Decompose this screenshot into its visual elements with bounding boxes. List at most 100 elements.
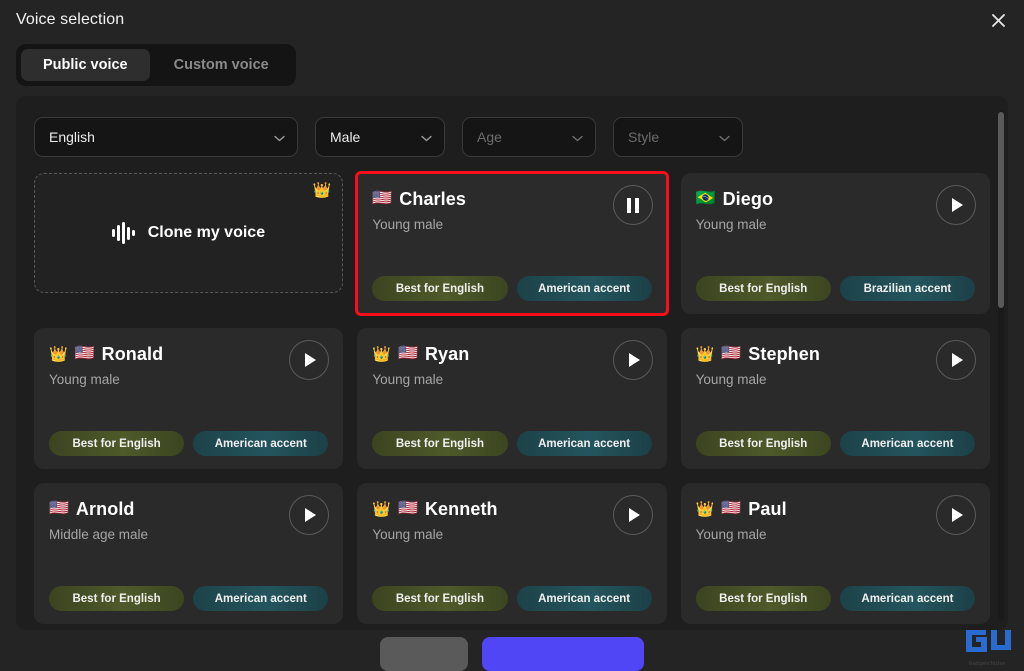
voice-tag: Best for English (695, 586, 831, 611)
flag-icon: 🇺🇸 (721, 500, 742, 517)
voice-grid: 👑 Clone my voice 🇺🇸 Charles Young male Best… (16, 157, 1008, 630)
voice-name-line: 🇺🇸 Charles (372, 187, 466, 211)
voice-tags: Best for English American accent (695, 431, 975, 456)
voice-selection-modal: Voice selection Public voice Custom voic… (0, 0, 1024, 671)
voice-card-header: 👑 🇺🇸 Ryan (372, 342, 651, 366)
filter-age-value: Age (477, 129, 502, 145)
voice-card[interactable]: 👑 🇺🇸 Paul Young male Best for English America… (680, 483, 990, 624)
voice-tag: American accent (516, 586, 652, 611)
play-icon[interactable] (612, 495, 653, 535)
voice-tag: Brazilian accent (839, 276, 975, 301)
voice-tags: Best for English American accent (372, 276, 652, 301)
crown-icon: 👑 (372, 345, 392, 363)
voice-name-line: 👑 🇺🇸 Ryan (372, 342, 469, 366)
pause-icon[interactable] (612, 185, 653, 225)
voice-name-line: 🇺🇸 Arnold (49, 497, 135, 521)
flag-icon: 🇺🇸 (49, 500, 69, 517)
confirm-button[interactable] (482, 637, 644, 671)
voice-tag: Best for English (695, 431, 831, 456)
flag-icon: 🇧🇷 (695, 190, 716, 207)
voice-subtitle: Middle age male (49, 527, 149, 542)
tab-custom-voice[interactable]: Custom voice (152, 49, 291, 81)
cancel-button[interactable] (380, 637, 468, 671)
crown-icon: 👑 (312, 182, 332, 199)
play-icon[interactable] (936, 185, 976, 225)
voice-tag: Best for English (49, 431, 185, 456)
voice-card-header: 👑 🇺🇸 Stephen (696, 342, 975, 366)
play-icon[interactable] (936, 340, 976, 380)
voice-name: Ryan (424, 343, 470, 364)
chevron-down-icon (421, 129, 432, 145)
play-triangle (305, 508, 317, 522)
voice-subtitle: Young male (372, 217, 444, 232)
voice-tag: Best for English (372, 276, 508, 301)
pause-bars (626, 197, 639, 213)
flag-icon: 🇺🇸 (398, 345, 418, 362)
voice-panel: English Male Age Style 👑 Clone my voice … (16, 96, 1008, 630)
voice-subtitle: Young male (695, 217, 767, 232)
voice-name: Charles (399, 188, 466, 209)
voice-name: Ronald (101, 343, 164, 364)
play-triangle (952, 198, 963, 212)
crown-icon: 👑 (695, 345, 715, 363)
voice-tag: American accent (516, 431, 652, 456)
voice-card[interactable]: 🇺🇸 Charles Young male Best for English Ameri… (355, 171, 669, 316)
tabs-container: Public voice Custom voice (0, 40, 1024, 86)
voice-name-line: 👑 🇺🇸 Paul (696, 497, 787, 521)
play-triangle (952, 353, 963, 367)
voice-subtitle: Young male (695, 372, 767, 387)
close-icon[interactable] (982, 4, 1014, 36)
filter-gender-value: Male (330, 129, 361, 145)
voice-name-line: 👑 🇺🇸 Ronald (49, 342, 163, 366)
clone-my-voice-card[interactable]: 👑 Clone my voice (34, 173, 344, 293)
voice-tag: American accent (193, 586, 329, 611)
voice-list-scrollbar[interactable] (998, 110, 1004, 620)
voice-tag: American accent (839, 431, 975, 456)
filter-language[interactable]: English (34, 117, 298, 157)
voice-subtitle: Young male (372, 527, 444, 542)
voice-subtitle: Young male (372, 372, 444, 387)
voice-card-header: 🇧🇷 Diego (696, 187, 975, 211)
chevron-down-icon (274, 129, 285, 145)
voice-tags: Best for English American accent (372, 586, 652, 611)
voice-card-header: 👑 🇺🇸 Kenneth (372, 497, 651, 521)
waveform-icon (112, 222, 135, 244)
voice-tags: Best for English American accent (695, 586, 975, 611)
voice-card[interactable]: 👑 🇺🇸 Stephen Young male Best for English Amer… (680, 328, 990, 469)
crown-icon: 👑 (695, 500, 715, 518)
voice-tag: American accent (516, 276, 652, 301)
filter-style[interactable]: Style (613, 117, 743, 157)
flag-icon: 🇺🇸 (398, 500, 418, 517)
chevron-down-icon (719, 129, 730, 145)
voice-subtitle: Young male (49, 372, 120, 387)
voice-card[interactable]: 🇧🇷 Diego Young male Best for English Brazili… (680, 173, 990, 314)
filter-age[interactable]: Age (462, 117, 596, 157)
voice-name: Arnold (75, 498, 135, 519)
voice-name-line: 🇧🇷 Diego (696, 187, 773, 211)
filter-gender[interactable]: Male (315, 117, 445, 157)
voice-tags: Best for English Brazilian accent (695, 276, 975, 301)
voice-card-header: 👑 🇺🇸 Ronald (49, 342, 328, 366)
voice-name: Diego (722, 188, 774, 209)
play-icon[interactable] (936, 495, 976, 535)
play-icon[interactable] (612, 340, 653, 380)
voice-card[interactable]: 👑 🇺🇸 Ronald Young male Best for English Ameri… (34, 328, 344, 469)
voice-card[interactable]: 👑 🇺🇸 Ryan Young male Best for English America… (357, 328, 667, 469)
voice-tag: American accent (193, 431, 329, 456)
page-title: Voice selection (16, 11, 125, 28)
voice-name-line: 👑 🇺🇸 Stephen (696, 342, 820, 366)
tab-public-voice[interactable]: Public voice (21, 49, 150, 81)
modal-footer (0, 630, 1024, 671)
voice-card[interactable]: 🇺🇸 Arnold Middle age male Best for English A… (34, 483, 344, 624)
voice-name-line: 👑 🇺🇸 Kenneth (372, 497, 497, 521)
filters-row: English Male Age Style (16, 96, 1008, 157)
filter-language-value: English (49, 129, 95, 145)
voice-card-header: 🇺🇸 Arnold (49, 497, 328, 521)
chevron-down-icon (572, 129, 583, 145)
voice-tag: Best for English (372, 431, 508, 456)
scrollbar-thumb[interactable] (998, 112, 1004, 308)
voice-card[interactable]: 👑 🇺🇸 Kenneth Young male Best for English Amer… (357, 483, 667, 624)
voice-name: Stephen (748, 343, 820, 364)
voice-tags: Best for English American accent (372, 431, 652, 456)
voice-tag: American accent (839, 586, 975, 611)
